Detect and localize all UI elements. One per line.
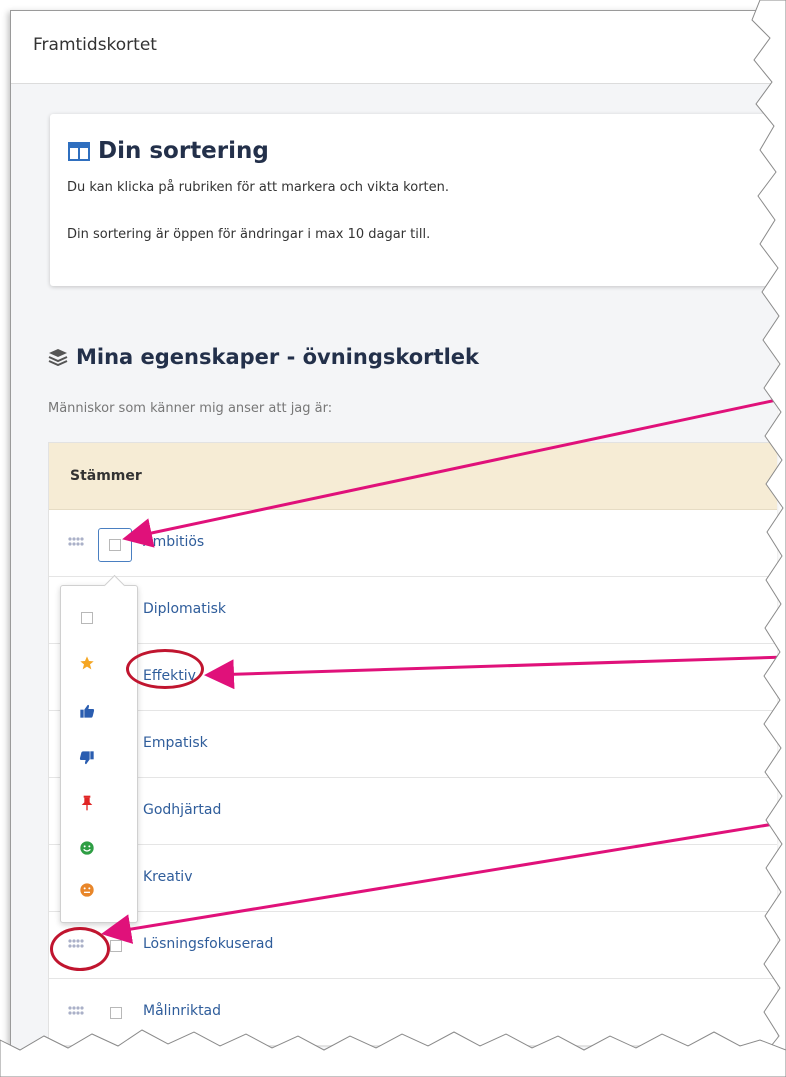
rating-option-star[interactable] bbox=[75, 651, 99, 675]
card-link-malinriktad[interactable]: Målinriktad bbox=[143, 1003, 221, 1019]
rating-option-neutral[interactable] bbox=[75, 878, 99, 902]
rating-option-none[interactable] bbox=[75, 606, 99, 630]
section-title: Mina egenskaper - övningskortlek bbox=[76, 345, 479, 369]
window-title: Framtidskortet bbox=[33, 35, 157, 55]
thumbs-down-icon bbox=[79, 751, 94, 765]
card-link-ambitios[interactable]: Ambitiös bbox=[143, 534, 204, 550]
table-row: Målinriktad bbox=[49, 979, 777, 1046]
empty-checkbox-icon bbox=[81, 612, 93, 624]
section-heading: Mina egenskaper - övningskortlek bbox=[48, 345, 479, 369]
checkbox[interactable] bbox=[110, 940, 122, 952]
intro-title: Din sortering bbox=[98, 138, 269, 164]
card-link-losningsfokuserad[interactable]: Lösningsfokuserad bbox=[143, 936, 273, 952]
rating-option-thumbs-up[interactable] bbox=[75, 699, 99, 723]
checkbox[interactable] bbox=[110, 1007, 122, 1019]
star-icon bbox=[80, 656, 94, 670]
annotation-circle-drag-handle bbox=[50, 927, 110, 971]
table-row: Godhjärtad bbox=[49, 778, 777, 845]
thumbs-up-icon bbox=[80, 704, 95, 718]
intro-heading: Din sortering bbox=[68, 138, 269, 164]
drag-handle-icon[interactable] bbox=[68, 537, 84, 547]
intro-line-1: Du kan klicka på rubriken för att marker… bbox=[67, 180, 450, 195]
table-row: Ambitiös bbox=[49, 510, 777, 577]
app-window: Framtidskortet Din sortering Du kan klic… bbox=[10, 10, 777, 1051]
table-row: Empatisk bbox=[49, 711, 777, 778]
table-header[interactable]: Stämmer bbox=[49, 443, 777, 510]
intro-card: Din sortering Du kan klicka på rubriken … bbox=[50, 114, 777, 286]
card-link-diplomatisk[interactable]: Diplomatisk bbox=[143, 601, 226, 617]
neutral-face-icon bbox=[80, 883, 94, 897]
window-titlebar: Framtidskortet bbox=[11, 11, 777, 84]
table-row: Lösningsfokuserad bbox=[49, 912, 777, 979]
table-row: Kreativ bbox=[49, 845, 777, 912]
checkbox-icon bbox=[109, 539, 121, 551]
section-subtitle: Människor som känner mig anser att jag ä… bbox=[48, 401, 333, 416]
rating-popup bbox=[60, 574, 138, 923]
rating-option-thumbs-down[interactable] bbox=[75, 746, 99, 770]
rating-option-pin[interactable] bbox=[75, 791, 99, 815]
rating-option-smile[interactable] bbox=[75, 836, 99, 860]
card-link-empatisk[interactable]: Empatisk bbox=[143, 735, 208, 751]
cards-table: Stämmer Ambitiös Diplomatisk Effektiv Em… bbox=[48, 442, 777, 1047]
card-link-godhjartad[interactable]: Godhjärtad bbox=[143, 802, 221, 818]
pin-icon bbox=[81, 795, 93, 811]
column-header-stammer[interactable]: Stämmer bbox=[70, 468, 142, 484]
rating-toggle-open[interactable] bbox=[98, 528, 132, 562]
intro-line-2: Din sortering är öppen för ändringar i m… bbox=[67, 227, 431, 242]
layers-icon bbox=[48, 349, 68, 366]
annotation-circle-effektiv bbox=[126, 649, 204, 689]
smile-icon bbox=[80, 841, 94, 855]
card-link-kreativ[interactable]: Kreativ bbox=[143, 869, 193, 885]
drag-handle-icon[interactable] bbox=[68, 1006, 84, 1016]
table-row: Diplomatisk bbox=[49, 577, 777, 644]
columns-icon bbox=[68, 141, 90, 161]
